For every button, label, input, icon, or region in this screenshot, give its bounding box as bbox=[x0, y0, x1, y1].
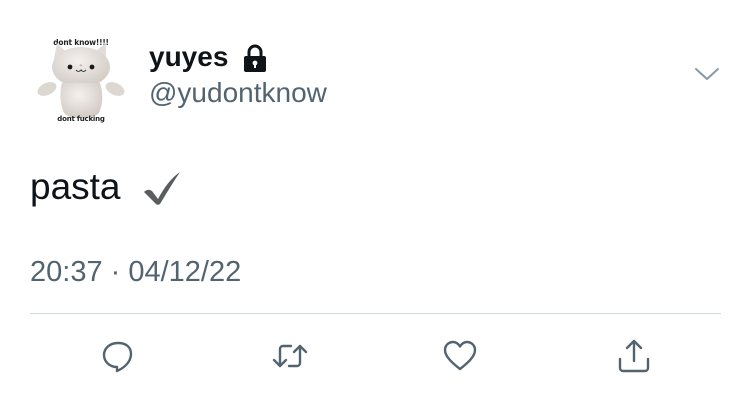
reply-button[interactable] bbox=[99, 337, 137, 375]
retweet-icon bbox=[272, 344, 308, 368]
share-button[interactable] bbox=[615, 337, 653, 375]
chevron-down-icon[interactable] bbox=[693, 64, 721, 84]
display-name[interactable]: yuyes bbox=[149, 41, 228, 73]
tweet-text: pasta bbox=[30, 166, 121, 207]
share-icon bbox=[618, 339, 650, 373]
like-icon bbox=[443, 340, 477, 371]
check-mark-icon bbox=[144, 172, 180, 205]
retweet-button[interactable] bbox=[271, 337, 309, 375]
avatar[interactable]: dont know!!!! dont fucking bbox=[30, 29, 132, 131]
tweet-timestamp[interactable]: 20:37 · 04/12/22 bbox=[30, 256, 241, 289]
avatar-caption-bottom: dont fucking bbox=[57, 115, 105, 123]
reply-icon bbox=[102, 341, 133, 373]
divider bbox=[30, 313, 721, 314]
like-button[interactable] bbox=[441, 337, 479, 375]
username[interactable]: @yudontknow bbox=[149, 77, 327, 109]
lock-icon bbox=[244, 44, 266, 72]
